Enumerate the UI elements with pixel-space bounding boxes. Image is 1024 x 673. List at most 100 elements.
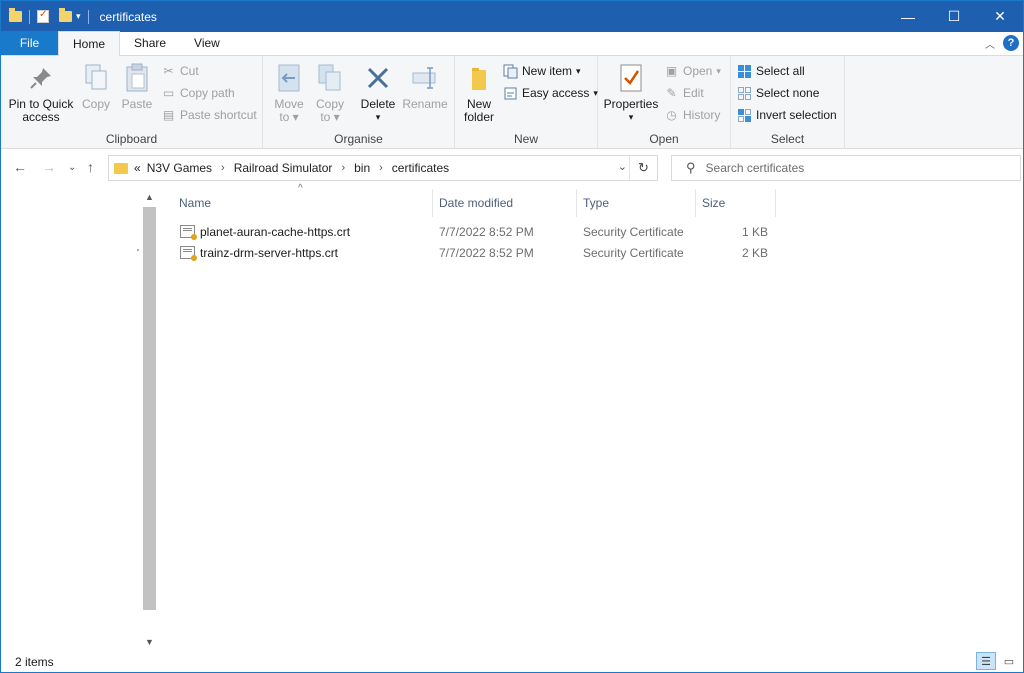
address-bar[interactable]: « N3V Games › Railroad Simulator › bin ›…	[108, 155, 658, 181]
table-row[interactable]: planet-auran-cache-https.crt 7/7/2022 8:…	[161, 221, 781, 242]
tab-share[interactable]: Share	[120, 31, 180, 55]
breadcrumb-bin[interactable]: bin	[354, 161, 370, 175]
file-list[interactable]: Name ^ Date modified Type Size planet-au…	[161, 183, 1023, 651]
invert-selection-label: Invert selection	[756, 108, 837, 122]
column-divider[interactable]	[432, 189, 433, 217]
move-to-button[interactable]: Move to ▾	[271, 62, 307, 124]
easy-access-button[interactable]: Easy access ▾	[503, 84, 598, 102]
paste-icon	[121, 62, 153, 94]
breadcrumb-railroad-simulator[interactable]: Railroad Simulator	[234, 161, 333, 175]
copy-icon	[80, 62, 112, 94]
minimize-button[interactable]: —	[885, 1, 931, 32]
pin-to-quick-access-button[interactable]: Pin to Quick access	[7, 62, 75, 124]
certificate-file-icon	[180, 246, 197, 262]
help-icon[interactable]: ?	[1003, 35, 1019, 51]
column-name-label: Name	[179, 196, 212, 210]
scroll-down-icon[interactable]: ▼	[141, 633, 158, 650]
history-icon: ◷	[666, 108, 677, 122]
delete-button[interactable]: Delete ▾	[359, 62, 397, 124]
chevron-right-icon[interactable]: ›	[221, 162, 225, 174]
paste-label: Paste	[121, 97, 153, 111]
edit-label: Edit	[683, 86, 704, 100]
open-button[interactable]: ▣ Open ▾	[664, 62, 721, 80]
rename-button[interactable]: Rename	[402, 62, 448, 111]
file-size: 2 KB	[741, 245, 768, 260]
details-view-icon[interactable]: ☰	[976, 652, 996, 670]
cut-button[interactable]: ✂ Cut	[161, 62, 198, 80]
column-header-size[interactable]: Size	[702, 186, 725, 220]
rename-icon	[409, 62, 441, 94]
navigation-bar: ← → ⌄ ↑ « N3V Games › Railroad Simulator…	[1, 150, 1023, 186]
navigation-pane[interactable]: ' ▲ ▼	[1, 186, 159, 651]
table-row[interactable]: trainz-drm-server-https.crt 7/7/2022 8:5…	[161, 242, 781, 263]
sort-ascending-icon: ^	[298, 183, 303, 194]
new-item-dropdown-icon: ▾	[576, 65, 581, 76]
column-header-date-modified[interactable]: Date modified	[439, 186, 513, 220]
select-all-icon	[737, 64, 752, 79]
organise-group-label: Organise	[334, 132, 383, 146]
column-header-name[interactable]: Name	[179, 186, 211, 220]
copy-path-button[interactable]: ▭ Copy path	[161, 84, 235, 102]
select-all-button[interactable]: Select all	[737, 62, 805, 80]
open-icon: ▣	[665, 64, 678, 78]
clipboard-group-label: Clipboard	[105, 132, 158, 146]
chevron-right-icon[interactable]: ›	[341, 162, 345, 174]
properties-button[interactable]: Properties ▾	[602, 62, 660, 124]
scroll-up-icon[interactable]: ▲	[141, 188, 158, 205]
search-input[interactable]: Search certificates	[706, 161, 805, 175]
close-button[interactable]: ✕	[977, 1, 1023, 32]
maximize-button[interactable]: ☐	[931, 1, 977, 32]
copy-to-icon	[314, 62, 346, 94]
file-name[interactable]: trainz-drm-server-https.crt	[200, 246, 338, 260]
invert-selection-button[interactable]: Invert selection	[737, 106, 837, 124]
file-name[interactable]: planet-auran-cache-https.crt	[200, 225, 350, 239]
nav-pane-scrollbar[interactable]: ▲ ▼	[141, 188, 158, 650]
new-folder-button[interactable]: New folder	[461, 62, 497, 124]
window-title: certificates	[99, 9, 157, 24]
breadcrumb-overflow[interactable]: «	[134, 161, 141, 175]
address-history-dropdown-icon[interactable]: ⌄	[618, 160, 627, 173]
new-item-button[interactable]: New item ▾	[503, 62, 581, 80]
column-divider[interactable]	[576, 189, 577, 217]
column-divider[interactable]	[775, 189, 776, 217]
copy-path-icon: ▭	[162, 86, 175, 100]
refresh-icon[interactable]: ↻	[629, 156, 657, 180]
tab-home[interactable]: Home	[58, 31, 121, 56]
tab-file[interactable]: File	[1, 31, 58, 55]
select-none-button[interactable]: Select none	[737, 84, 819, 102]
scissors-icon: ✂	[163, 64, 174, 78]
back-arrow-icon[interactable]: ←	[13, 159, 27, 175]
toolbar-divider	[29, 9, 30, 24]
select-none-label: Select none	[756, 86, 820, 100]
up-arrow-icon[interactable]: ↑	[87, 159, 94, 175]
paste-shortcut-button[interactable]: ▤ Paste shortcut	[161, 106, 257, 124]
properties-quick-icon[interactable]	[37, 9, 49, 23]
explorer-window: ▾ certificates — ☐ ✕ File Home Share Vie…	[0, 0, 1024, 673]
breadcrumb-certificates[interactable]: certificates	[392, 161, 449, 175]
open-group: Properties ▾ ▣ Open ▾ ✎ Edit ◷ History O…	[598, 56, 731, 149]
file-type: Security Certificate	[583, 245, 684, 260]
breadcrumb-n3v-games[interactable]: N3V Games	[147, 161, 212, 175]
paste-button[interactable]: Paste	[120, 62, 154, 111]
quick-access-toolbar: ▾	[1, 8, 92, 24]
collapse-ribbon-icon[interactable]: ︿	[985, 36, 995, 51]
pin-icon	[25, 62, 57, 94]
scrollbar-thumb[interactable]	[143, 207, 156, 610]
edit-button[interactable]: ✎ Edit	[664, 84, 704, 102]
rename-label: Rename	[402, 97, 448, 111]
copy-button[interactable]: Copy	[79, 62, 113, 111]
large-icons-view-icon[interactable]: ▭	[999, 652, 1019, 670]
folder-icon	[114, 162, 128, 174]
copy-to-button[interactable]: Copy to ▾	[313, 62, 347, 124]
tab-view[interactable]: View	[180, 31, 234, 55]
recent-locations-icon[interactable]: ⌄	[68, 162, 76, 173]
customize-toolbar-icon[interactable]: ▾	[76, 11, 81, 22]
forward-arrow-icon[interactable]: →	[42, 159, 56, 175]
column-divider[interactable]	[695, 189, 696, 217]
history-button[interactable]: ◷ History	[664, 106, 720, 124]
chevron-right-icon[interactable]: ›	[379, 162, 383, 174]
new-folder-quick-icon[interactable]	[59, 8, 72, 22]
search-box[interactable]: ⚲ Search certificates	[671, 155, 1021, 181]
column-header-type[interactable]: Type	[583, 186, 609, 220]
search-icon: ⚲	[686, 160, 696, 175]
